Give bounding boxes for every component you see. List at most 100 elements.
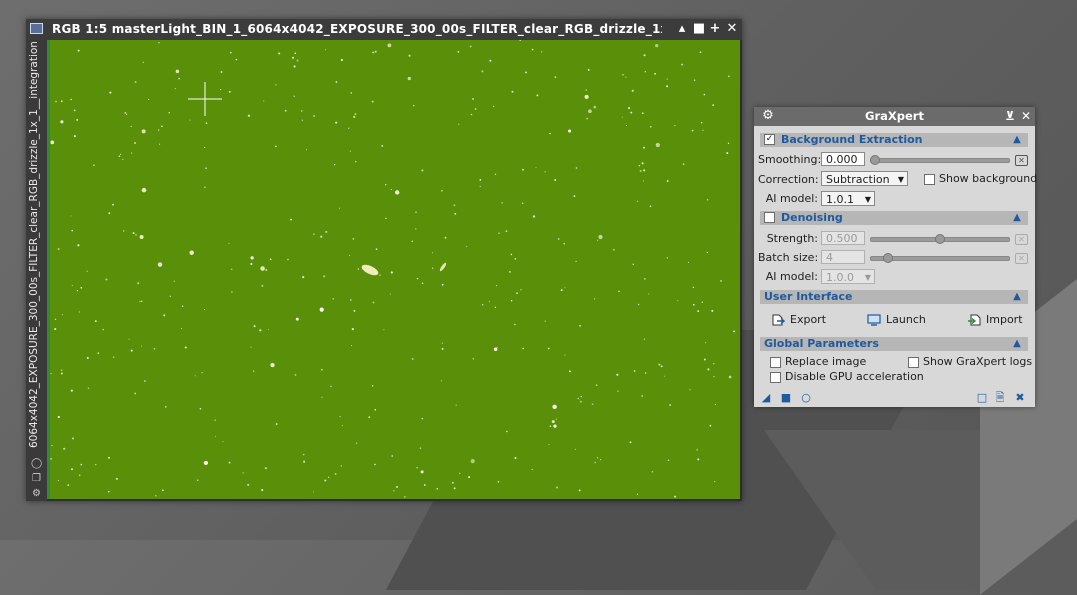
settings-icon[interactable]: ⚙ [31,488,42,499]
star [713,375,715,378]
clone-icon[interactable]: ❐ [31,473,42,484]
launch-button[interactable]: Launch [867,312,926,328]
star [278,52,281,55]
batch-size-slider-knob[interactable] [883,253,893,263]
star [498,232,500,234]
star [303,460,306,463]
star [596,457,599,459]
section-background-extraction[interactable]: ✓ Background Extraction ▲ [760,133,1028,147]
star [194,375,196,377]
star [481,304,484,306]
reset-icon[interactable]: ✕ [1015,155,1028,166]
browse-documentation-icon[interactable]: □ [976,392,988,404]
star [134,141,137,145]
chevron-up-icon[interactable]: ▲ [1011,212,1023,224]
chevron-up-icon[interactable]: ▲ [1011,134,1023,146]
star [705,342,707,344]
star [501,202,503,204]
collapse-panel-button[interactable]: ⊻ [1002,108,1018,124]
star [130,125,132,128]
show-background-checkbox[interactable] [924,174,935,185]
star [78,474,81,476]
section-user-interface[interactable]: User Interface ▲ [760,290,1028,304]
star [733,330,736,333]
section-denoising[interactable]: Denoising ▲ [760,211,1028,225]
smoothing-slider-knob[interactable] [870,155,880,165]
star [70,98,72,101]
star [95,463,97,466]
star [296,59,299,62]
section-title: Global Parameters [764,337,879,350]
star [618,290,620,292]
strength-input[interactable]: 0.500 [821,231,865,245]
replace-image-label: Replace image [785,355,867,368]
image-window-titlebar[interactable]: RGB 1:5 masterLight_BIN_1_6064x4042_EXPO… [26,19,742,40]
star [555,418,557,420]
star [250,346,252,348]
reset-icon[interactable]: ✕ [1015,234,1028,245]
ai-model-select[interactable]: 1.0.1 ▼ [821,191,875,206]
export-button[interactable]: Export [771,312,826,328]
denoise-ai-model-select[interactable]: 1.0.0 ▼ [821,269,875,284]
denoising-checkbox[interactable] [764,212,775,223]
chevron-up-icon[interactable]: ▲ [1011,338,1023,350]
iconize-button[interactable]: ■ [691,21,707,37]
star [201,372,203,374]
star [164,405,167,408]
star [327,476,330,479]
chevron-up-icon[interactable]: ▲ [1011,291,1023,303]
reset-document-icon[interactable]: 🗎 [994,392,1006,404]
panel-titlebar[interactable]: ⚙ GraXpert ⊻ ✕ [754,107,1035,126]
star [651,471,654,473]
background-extraction-checkbox[interactable]: ✓ [764,134,775,145]
star [157,129,160,131]
shade-button[interactable]: ▴ [674,21,690,37]
star [578,489,581,492]
smoothing-input[interactable]: 0.000 [821,152,865,166]
star [130,349,133,352]
close-button[interactable]: ✕ [724,21,740,37]
mask-icon[interactable]: ◯ [31,458,42,469]
strength-slider-knob[interactable] [935,234,945,244]
star [73,135,76,138]
image-canvas[interactable] [50,40,740,499]
section-global-parameters[interactable]: Global Parameters ▲ [760,337,1028,351]
close-panel-button[interactable]: ✕ [1018,108,1034,124]
apply-global-icon[interactable]: ○ [800,392,812,404]
star [203,309,206,311]
star [153,348,156,350]
import-label: Import [986,313,1023,326]
star [586,117,589,120]
section-title: User Interface [764,290,853,303]
star [714,481,716,483]
star [573,195,576,197]
image-window-icon[interactable] [30,23,43,34]
apply-icon[interactable]: ■ [780,392,792,404]
star [549,132,551,135]
star [637,303,640,306]
reset-icon[interactable]: ✖ [1014,392,1026,404]
correction-select[interactable]: Subtraction ▼ [821,171,908,186]
disable-gpu-checkbox[interactable] [770,372,781,383]
star [313,233,315,235]
star [575,167,578,169]
import-button[interactable]: Import [967,312,1023,328]
image-side-tab[interactable]: 6064x4042_EXPOSURE_300_00s_FILTER_clear_… [26,40,47,501]
replace-image-checkbox[interactable] [770,357,781,368]
star [479,179,482,181]
section-title: Background Extraction [781,133,923,146]
new-instance-icon[interactable]: ◢ [760,392,772,404]
smoothing-slider[interactable] [870,158,1010,163]
star [247,114,250,117]
maximize-button[interactable]: + [707,21,723,37]
star [493,347,498,351]
show-logs-checkbox[interactable] [908,357,919,368]
star [593,105,597,109]
star [115,477,118,480]
batch-size-input[interactable]: 4 [821,250,865,264]
star [574,448,576,450]
star [510,300,513,302]
star [189,250,194,255]
star [689,389,691,391]
reset-icon[interactable]: ✕ [1015,253,1028,264]
